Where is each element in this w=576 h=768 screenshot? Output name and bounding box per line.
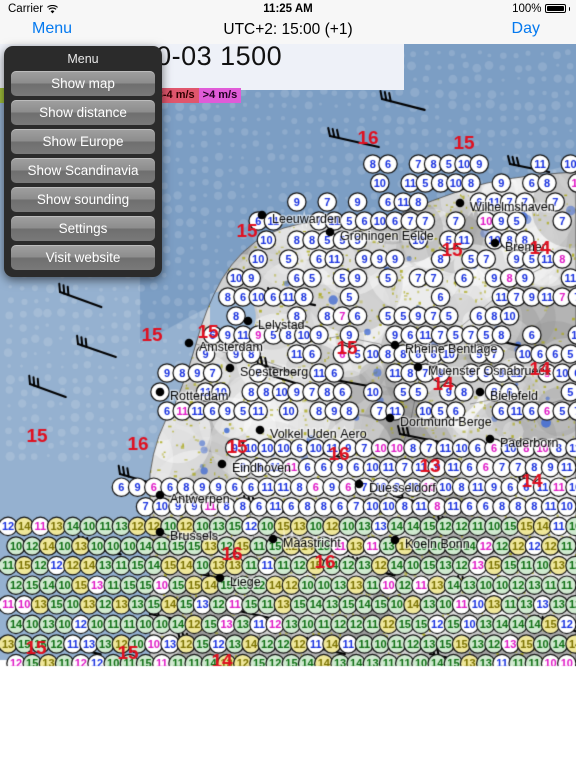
status-bar-right: 100% <box>512 3 570 15</box>
battery-full-icon <box>544 3 566 14</box>
status-bar-clock: 11:25 AM <box>263 2 313 15</box>
day-button[interactable]: Day <box>512 20 540 38</box>
menu-popup-title: Menu <box>67 52 99 66</box>
ios-status-bar: Carrier 11:25 AM 100% <box>0 0 576 17</box>
menu-item-settings[interactable]: Settings <box>11 216 155 241</box>
menu-item-show-scandinavia[interactable]: Show Scandinavia <box>11 158 155 183</box>
menu-item-show-distance[interactable]: Show distance <box>11 100 155 125</box>
menu-popup: Menu Show map Show distance Show Europe Sho… <box>4 46 162 277</box>
navigation-bar: Menu UTC+2: 15:00 (+1) Day <box>0 17 576 45</box>
battery-percent-label: 100% <box>512 2 542 15</box>
menu-item-show-sounding[interactable]: Show sounding <box>11 187 155 212</box>
menu-item-list: Show map Show distance Show Europe Show Sca… <box>4 71 162 270</box>
menu-item-show-map[interactable]: Show map <box>11 71 155 96</box>
page-title: UTC+2: 15:00 (+1) <box>223 21 353 38</box>
menu-item-show-europe[interactable]: Show Europe <box>11 129 155 154</box>
legend-segment: >4 m/s <box>198 88 242 103</box>
menu-item-visit-website[interactable]: Visit website <box>11 245 155 270</box>
battery-cap-icon <box>568 6 570 11</box>
